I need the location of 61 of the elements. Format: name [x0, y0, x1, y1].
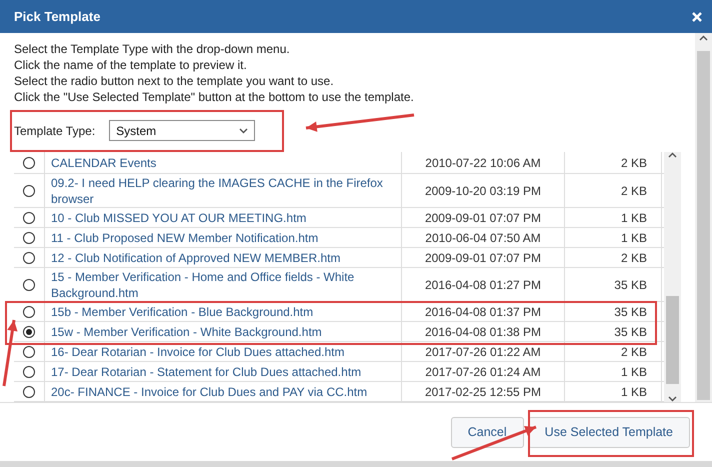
file-size: 2 KB: [620, 344, 648, 360]
radio-button[interactable]: [23, 326, 35, 338]
template-name-link[interactable]: 11 - Club Proposed NEW Member Notification.htm: [51, 230, 318, 246]
template-name-link[interactable]: 15 - Member Verification - Home and Office fields - White Background.htm: [51, 269, 395, 301]
radio-button[interactable]: [23, 185, 35, 197]
dialog-button[interactable]: Use Selected Template: [528, 416, 690, 448]
template-name-link[interactable]: 12 - Club Notification of Approved NEW MEMBER.htm: [51, 250, 340, 266]
scroll-up-icon[interactable]: [668, 152, 677, 158]
file-size: 1 KB: [620, 384, 648, 400]
file-size: 1 KB: [620, 230, 648, 246]
modified-date: 2017-07-26 01:24 AM: [425, 364, 541, 380]
modified-date: 2017-02-25 12:55 PM: [424, 384, 542, 400]
radio-button[interactable]: [23, 212, 35, 224]
file-size: 35 KB: [614, 304, 648, 320]
template-name-link[interactable]: 10 - Club MISSED YOU AT OUR MEETING.htm: [51, 210, 306, 226]
modified-date: 2009-09-01 07:07 PM: [424, 210, 542, 226]
template-name-link[interactable]: 09.2- I need HELP clearing the IMAGES CACHE in the Firefox browser: [51, 175, 395, 207]
dialog-button[interactable]: Cancel: [450, 416, 524, 448]
scroll-down-icon[interactable]: [668, 396, 677, 402]
instruction-text: Select the Template Type with the drop-down menu.: [14, 41, 291, 57]
scroll-up-icon[interactable]: [699, 35, 708, 41]
template-name-link[interactable]: 15b - Member Verification - Blue Background.htm: [51, 304, 314, 320]
file-size: 2 KB: [620, 183, 648, 199]
radio-button[interactable]: [23, 346, 35, 358]
file-size: 35 KB: [614, 324, 648, 340]
instruction-text: Select the radio button next to the template you want to use.: [14, 73, 335, 89]
radio-button[interactable]: [23, 366, 35, 378]
radio-button[interactable]: [23, 156, 35, 168]
field-label: Template Type:: [14, 124, 96, 138]
modified-date: 2010-06-04 07:50 AM: [425, 230, 541, 246]
radio-button[interactable]: [23, 306, 35, 318]
template-name-link[interactable]: 15w - Member Verification - White Background.htm: [51, 324, 322, 340]
file-size: 1 KB: [620, 210, 648, 226]
file-size: 2 KB: [620, 154, 648, 170]
close-icon[interactable]: [692, 12, 702, 22]
window-title: Pick Template: [14, 9, 100, 24]
file-size: 35 KB: [614, 277, 648, 293]
modified-date: 2010-07-22 10:06 AM: [425, 154, 541, 170]
file-size: 2 KB: [620, 250, 648, 266]
modified-date: 2016-04-08 01:27 PM: [424, 277, 542, 293]
chevron-down-icon[interactable]: [239, 128, 248, 134]
template-type-dropdown[interactable]: System: [109, 120, 256, 141]
radio-button[interactable]: [23, 386, 35, 398]
modified-date: 2016-04-08 01:37 PM: [424, 304, 542, 320]
radio-button[interactable]: [23, 279, 35, 291]
modified-date: 2017-07-26 01:22 AM: [425, 344, 541, 360]
instruction-text: Click the name of the template to preview it.: [14, 57, 248, 73]
modified-date: 2009-10-20 03:19 PM: [424, 183, 542, 199]
instruction-text: Click the "Use Selected Template" button at the bottom to use the template.: [14, 89, 415, 105]
pointer-arrow: [2, 320, 18, 386]
template-name-link[interactable]: 20c- FINANCE - Invoice for Club Dues and PAY via CC.htm: [51, 384, 368, 400]
table-scrollbar[interactable]: [664, 152, 681, 402]
template-name-link[interactable]: 17- Dear Rotarian - Statement for Club Dues attached.htm: [51, 364, 362, 380]
dialog-scrollbar[interactable]: [695, 33, 712, 402]
modified-date: 2009-09-01 07:07 PM: [424, 250, 542, 266]
modified-date: 2016-04-08 01:38 PM: [424, 324, 542, 340]
template-name-link[interactable]: CALENDAR Events: [51, 154, 156, 170]
file-size: 1 KB: [620, 364, 648, 380]
radio-button[interactable]: [23, 232, 35, 244]
radio-button[interactable]: [23, 252, 35, 264]
template-name-link[interactable]: 16- Dear Rotarian - Invoice for Club Dues attached.htm: [51, 344, 344, 360]
